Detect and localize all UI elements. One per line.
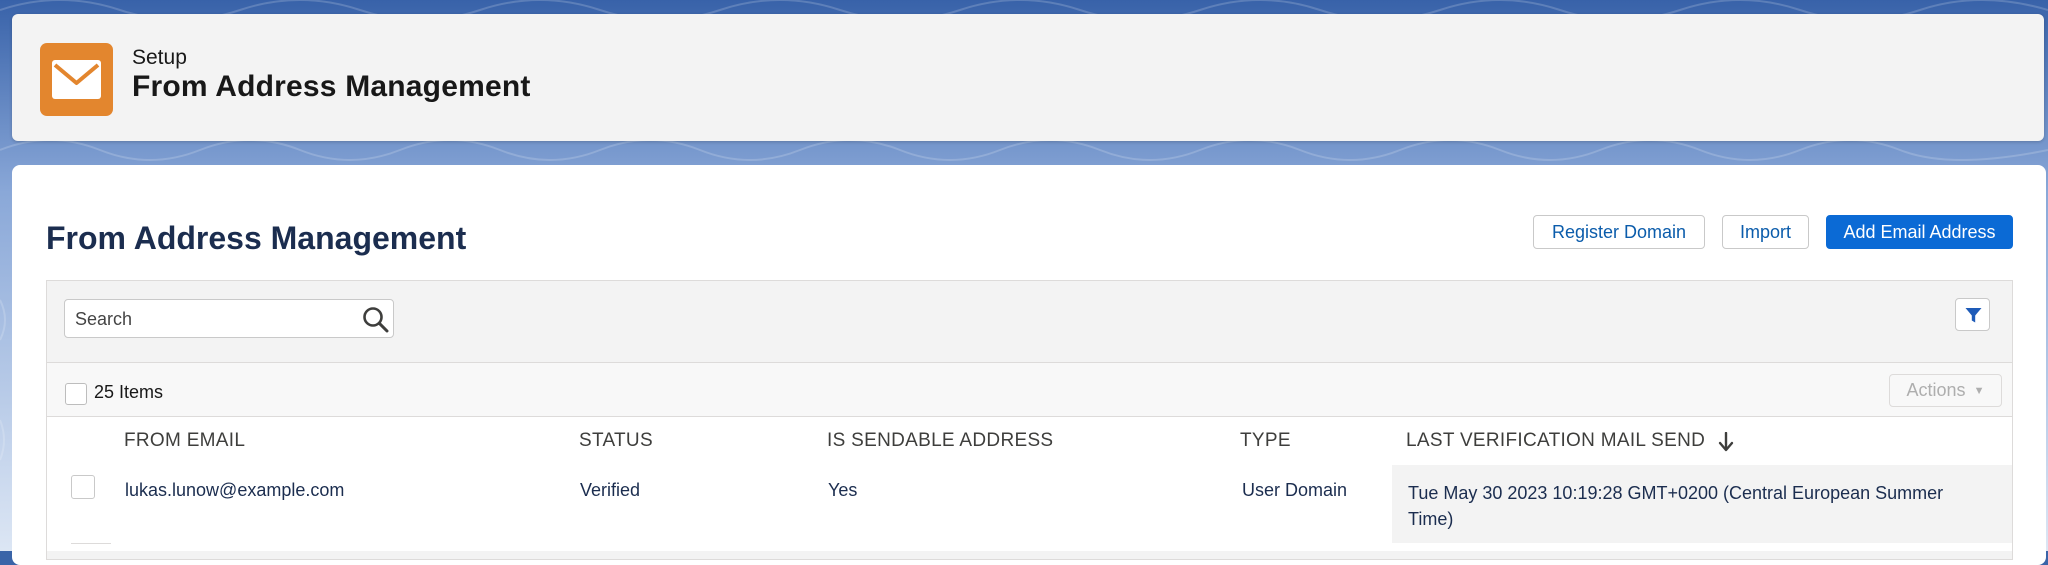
select-all-checkbox[interactable] <box>65 383 87 405</box>
register-domain-button[interactable]: Register Domain <box>1533 215 1705 249</box>
column-header-from-email[interactable]: FROM EMAIL <box>124 430 245 452</box>
envelope-icon <box>52 60 101 99</box>
column-header-last-verification[interactable]: LAST VERIFICATION MAIL SEND <box>1406 430 1705 452</box>
page-title: From Address Management <box>46 220 467 256</box>
sort-descending-icon[interactable] <box>1717 432 1735 452</box>
column-header-status[interactable]: STATUS <box>579 430 653 452</box>
table-row <box>47 543 2012 551</box>
setup-app-icon <box>40 43 113 116</box>
item-count: 25 Items <box>94 382 164 402</box>
cell-type: User Domain <box>1242 480 1348 500</box>
header-title: From Address Management <box>132 70 531 103</box>
actions-label: Actions <box>1906 380 1966 400</box>
filter-icon <box>1965 308 1982 323</box>
cell-status: Verified <box>580 480 641 500</box>
search-icon[interactable] <box>362 306 389 333</box>
column-header-is-sendable[interactable]: IS SENDABLE ADDRESS <box>827 430 1053 452</box>
import-button[interactable]: Import <box>1722 215 1809 249</box>
caret-down-icon: ▼ <box>1973 384 1985 397</box>
column-header-type[interactable]: TYPE <box>1240 430 1291 452</box>
breadcrumb: Setup <box>132 46 187 69</box>
add-email-address-button[interactable]: Add Email Address <box>1826 215 2013 249</box>
filter-button[interactable] <box>1955 298 1990 331</box>
cell-last-verification: Tue May 30 2023 10:19:28 GMT+0200 (Centr… <box>1408 483 1944 529</box>
actions-menu-button[interactable]: Actions ▼ <box>1889 374 2002 407</box>
search-box[interactable] <box>64 299 394 339</box>
cell-is-sendable: Yes <box>828 480 858 500</box>
list-toolbar <box>47 362 2012 417</box>
search-input[interactable] <box>73 300 347 339</box>
row-checkbox[interactable] <box>71 475 95 499</box>
cell-from-email: lukas.lunow@example.com <box>125 480 345 500</box>
